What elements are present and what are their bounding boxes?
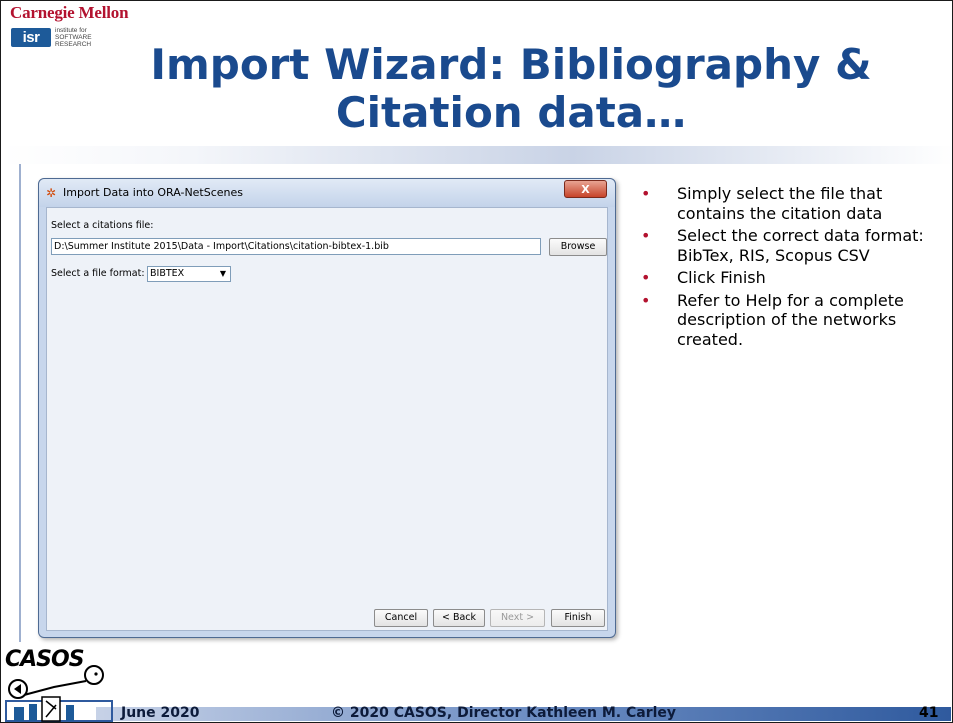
- file-format-select[interactable]: BIBTEX ▼: [147, 266, 231, 282]
- isr-logo-mark: isr: [11, 27, 51, 47]
- slide-title: Import Wizard: Bibliography & Citation d…: [91, 41, 931, 137]
- bullet-item: • Simply select the file that contains th…: [641, 184, 883, 223]
- bullet-item: • Select the correct data format: BibTex,…: [641, 226, 924, 265]
- dialog-content: Select a citations file: D:\Summer Insti…: [46, 207, 608, 631]
- bullet-dot-icon: •: [641, 184, 651, 203]
- chevron-down-icon: ▼: [219, 269, 226, 278]
- footer-copyright: © 2020 CASOS, Director Kathleen M. Carle…: [331, 705, 677, 721]
- bullet-dot-icon: •: [641, 226, 651, 245]
- casos-logo-icon: [5, 665, 113, 722]
- file-format-value: BIBTEX: [150, 268, 185, 279]
- bullet-dot-icon: •: [641, 290, 651, 310]
- slide-title-line2: Citation data…: [335, 88, 687, 137]
- dialog-title: Import Data into ORA-NetScenes: [63, 186, 244, 199]
- next-button[interactable]: Next >: [490, 609, 545, 627]
- dialog-titlebar: ✲ Import Data into ORA-NetScenes X: [39, 179, 615, 207]
- bullet-item: • Click Finish: [641, 268, 766, 287]
- file-format-label: Select a file format:: [51, 268, 145, 279]
- citations-file-path-input[interactable]: D:\Summer Institute 2015\Data - Import\C…: [51, 238, 541, 255]
- slide: Carnegie Mellon isr institute for SOFTWA…: [0, 0, 953, 723]
- bullet-dot-icon: •: [641, 268, 651, 287]
- back-button[interactable]: < Back: [433, 609, 485, 627]
- carnegie-mellon-logo: Carnegie Mellon: [10, 3, 129, 22]
- page-number: 41: [919, 705, 939, 721]
- bullet-list: • Simply select the file that contains th…: [641, 184, 941, 352]
- left-accent-line: [19, 164, 21, 642]
- bullet-item: • Refer to Help for a complete descriptio…: [641, 290, 904, 349]
- footer-date: June 2020: [121, 705, 200, 721]
- cancel-button[interactable]: Cancel: [374, 609, 428, 627]
- isr-logo: isr institute for SOFTWARE RESEARCH: [11, 26, 92, 48]
- finish-button[interactable]: Finish: [551, 609, 605, 627]
- citations-file-label: Select a citations file:: [51, 220, 154, 231]
- isr-logo-tagline: institute for SOFTWARE RESEARCH: [55, 26, 92, 48]
- ora-app-icon: ✲: [46, 186, 57, 200]
- browse-button[interactable]: Browse: [549, 238, 607, 256]
- import-dialog: ✲ Import Data into ORA-NetScenes X Selec…: [38, 178, 616, 638]
- slide-title-line1: Import Wizard: Bibliography &: [150, 40, 872, 89]
- title-divider: [1, 146, 952, 164]
- close-button[interactable]: X: [564, 180, 607, 198]
